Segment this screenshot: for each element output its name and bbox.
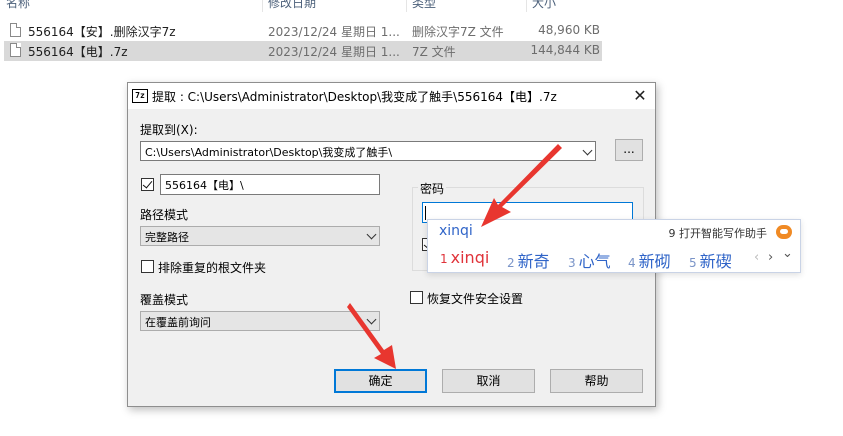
annotation-arrows <box>347 144 562 369</box>
arrow-to-ok-button-icon <box>347 303 396 369</box>
arrow-to-password-icon <box>481 144 562 227</box>
